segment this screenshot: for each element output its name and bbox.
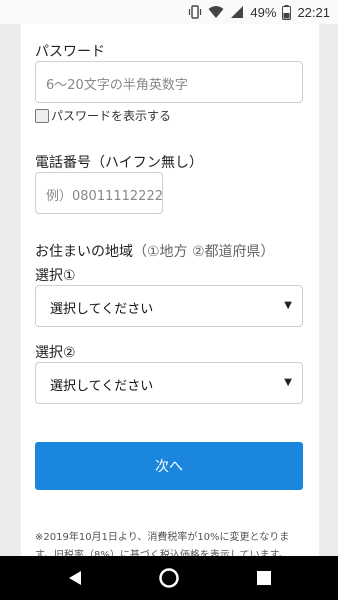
dropdown-arrow-icon: ▼ (284, 300, 292, 311)
region-label: お住まいの地域（①地方 ②都道府県） (35, 241, 275, 261)
navigation-bar (0, 556, 338, 600)
select2-label: 選択② (35, 345, 76, 361)
region-select-2-value: 選択してください (50, 379, 154, 394)
show-password-toggle[interactable]: パスワードを表示する (35, 107, 171, 124)
battery-icon (282, 4, 292, 20)
clock: 22:21 (297, 4, 330, 20)
status-icons: 49% 22:21 (188, 3, 330, 21)
region-note: （①地方 ②都道府県） (133, 244, 275, 260)
password-label: パスワード (35, 44, 105, 60)
region-select-1-value: 選択してください (50, 302, 154, 317)
phone-placeholder: 例）08011112222 (46, 189, 163, 204)
signal-icon (230, 5, 244, 19)
password-input[interactable]: 6〜20文字の半角英数字 (35, 61, 303, 103)
back-icon[interactable] (63, 566, 87, 590)
tax-footnote: ※2019年10月1日より、消費税率が10%に変更となります。旧税率（8%）に基… (35, 532, 290, 556)
dropdown-arrow-icon: ▼ (284, 377, 292, 388)
show-password-label: パスワードを表示する (51, 109, 172, 123)
wifi-icon (208, 5, 224, 19)
select1-label: 選択① (35, 268, 76, 284)
next-button[interactable]: 次へ (35, 442, 303, 490)
vibrate-icon (188, 5, 202, 19)
password-placeholder: 6〜20文字の半角英数字 (46, 78, 188, 93)
recents-icon[interactable] (252, 566, 276, 590)
registration-form: パスワード 6〜20文字の半角英数字 パスワードを表示する 電話番号（ハイフン無… (21, 24, 319, 556)
phone-label: 電話番号（ハイフン無し） (35, 155, 203, 171)
status-bar: 49% 22:21 (0, 0, 338, 24)
phone-input[interactable]: 例）08011112222 (35, 172, 163, 214)
home-icon[interactable] (157, 566, 181, 590)
region-select-2[interactable]: 選択してください ▼ (35, 362, 303, 404)
region-select-1[interactable]: 選択してください ▼ (35, 285, 303, 327)
region-title: お住まいの地域 (35, 244, 133, 260)
battery-percent: 49% (250, 4, 277, 20)
show-password-checkbox[interactable] (35, 108, 49, 123)
